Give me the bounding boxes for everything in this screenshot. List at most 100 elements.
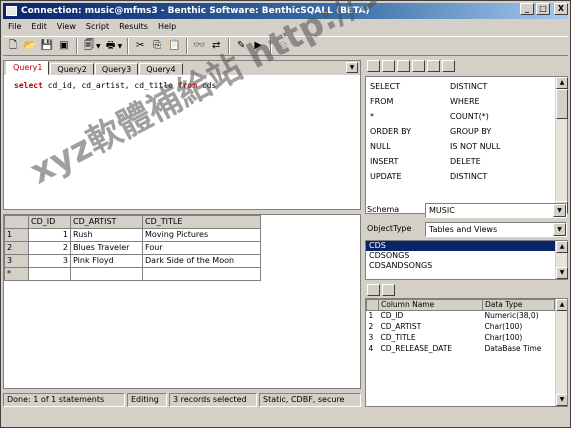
table-row[interactable]: 1 1 Rush Moving Pictures (4, 228, 261, 242)
commit-icon[interactable]: ✓ (292, 38, 308, 54)
panel-button-icon[interactable] (442, 60, 455, 72)
cut-icon[interactable]: ✂ (132, 38, 148, 54)
sql-text-area[interactable]: select cd_id, cd_artist, cd_title from c… (14, 81, 216, 90)
save-icon[interactable]: 💾 (39, 38, 55, 54)
keyword-item[interactable]: GROUP BY (450, 126, 540, 138)
object-list-scrollbar[interactable]: ▲ ▼ (555, 241, 568, 279)
cell-cd-artist[interactable]: Blues Traveler (70, 241, 143, 255)
scroll-up-icon[interactable]: ▲ (556, 77, 568, 89)
menu-help[interactable]: Help (153, 20, 181, 34)
new-row-marker[interactable]: * (4, 267, 29, 281)
list-item[interactable]: 3 CD_TITLE Char(100) (367, 333, 555, 344)
list-item[interactable]: 2 CD_ARTIST Char(100) (367, 322, 555, 333)
scroll-down-icon[interactable]: ▼ (556, 394, 567, 406)
table-row[interactable]: 2 2 Blues Traveler Four (4, 241, 261, 255)
keyword-item[interactable]: DELETE (450, 156, 540, 168)
keyword-item[interactable]: DISTINCT (450, 171, 540, 183)
cell-cd-artist[interactable]: Pink Floyd (70, 254, 143, 268)
maximize-button[interactable]: □ (536, 3, 550, 15)
column-list-scrollbar[interactable]: ▲ ▼ (555, 299, 567, 406)
new-file-icon[interactable]: 🗋 (5, 38, 21, 54)
panel-button-icon[interactable] (367, 284, 380, 296)
new-row[interactable]: * (4, 267, 261, 281)
chevron-down-icon[interactable]: ▼ (118, 43, 123, 50)
object-type-select[interactable]: Tables and Views ▼ (425, 222, 567, 237)
cell-cd-id[interactable]: 1 (28, 228, 71, 242)
keyword-item[interactable]: * (370, 111, 450, 123)
keyword-item[interactable]: DISTINCT (450, 81, 540, 93)
chevron-down-icon[interactable]: ▼ (96, 43, 101, 50)
list-item[interactable]: CDSANDSONGS (366, 261, 567, 271)
close-button[interactable]: X (554, 3, 568, 15)
keyword-item[interactable]: SELECT (370, 81, 450, 93)
save-all-icon[interactable]: ▣ (56, 38, 72, 54)
list-item[interactable]: CDS (366, 241, 556, 251)
cell-empty[interactable] (142, 267, 261, 281)
menu-view[interactable]: View (52, 20, 81, 34)
panel-button-icon[interactable] (382, 60, 395, 72)
keyword-item[interactable]: INSERT (370, 156, 450, 168)
print-preview-icon[interactable]: 🗐 (81, 38, 97, 54)
column-name[interactable]: CD_TITLE (379, 333, 483, 344)
panel-button-icon[interactable] (367, 60, 380, 72)
cell-empty[interactable] (70, 267, 143, 281)
keyword-item[interactable]: UPDATE (370, 171, 450, 183)
binoculars-icon[interactable]: 👓 (191, 38, 207, 54)
chevron-down-icon[interactable]: ▼ (346, 62, 358, 73)
list-item[interactable]: CDSONGS (366, 251, 567, 261)
keyword-item[interactable]: NULL (370, 141, 450, 153)
list-item[interactable]: 1 CD_ID Numeric(38,0) (367, 311, 555, 322)
run-icon[interactable]: ▶ (250, 38, 266, 54)
cell-cd-artist[interactable]: Rush (70, 228, 143, 242)
chevron-down-icon[interactable]: ▼ (553, 223, 566, 236)
keyword-item[interactable]: FROM (370, 96, 450, 108)
cell-cd-title[interactable]: Four (142, 241, 261, 255)
chevron-down-icon[interactable]: ▼ (553, 204, 566, 217)
column-list-header-name[interactable]: Column Name (378, 299, 483, 311)
paste-icon[interactable]: 📋 (166, 38, 182, 54)
print-icon[interactable]: 🖶 (103, 38, 119, 54)
cell-cd-title[interactable]: Moving Pictures (142, 228, 261, 242)
stop-icon[interactable]: ⊘ (275, 38, 291, 54)
cell-empty[interactable] (28, 267, 71, 281)
scroll-thumb[interactable] (556, 89, 568, 119)
keyword-item[interactable]: ORDER BY (370, 126, 450, 138)
menu-script[interactable]: Script (81, 20, 114, 34)
open-folder-icon[interactable]: 📂 (22, 38, 38, 54)
column-header-cd-artist[interactable]: CD_ARTIST (70, 215, 143, 229)
column-header-cd-id[interactable]: CD_ID (28, 215, 71, 229)
schema-select[interactable]: MUSIC ▼ (425, 203, 567, 218)
column-name[interactable]: CD_ID (379, 311, 483, 322)
column-header-cd-title[interactable]: CD_TITLE (142, 215, 261, 229)
column-name[interactable]: CD_RELEASE_DATE (379, 344, 483, 355)
list-item[interactable]: 4 CD_RELEASE_DATE DataBase Time (367, 344, 555, 355)
pencil-icon[interactable]: ✎ (233, 38, 249, 54)
keyword-item[interactable]: IS NOT NULL (450, 141, 540, 153)
keyword-item[interactable]: COUNT(*) (450, 111, 540, 123)
menu-results[interactable]: Results (114, 20, 153, 34)
column-name[interactable]: CD_ARTIST (379, 322, 483, 333)
tab-query1[interactable]: Query1 (6, 61, 50, 75)
tab-query4[interactable]: Query4 (139, 63, 183, 75)
tab-query3[interactable]: Query3 (94, 63, 139, 75)
tab-query2[interactable]: Query2 (50, 63, 94, 75)
panel-button-icon[interactable] (382, 284, 395, 296)
scroll-up-icon[interactable]: ▲ (556, 299, 567, 311)
scroll-up-icon[interactable]: ▲ (556, 241, 568, 253)
menu-file[interactable]: File (3, 20, 26, 34)
keyword-scrollbar[interactable]: ▲ ▼ (555, 77, 568, 213)
panel-button-icon[interactable] (427, 60, 440, 72)
replace-icon[interactable]: ⇄ (208, 38, 224, 54)
row-number[interactable]: 3 (4, 254, 29, 268)
minimize-button[interactable]: _ (520, 3, 534, 15)
cell-cd-title[interactable]: Dark Side of the Moon (142, 254, 261, 268)
menu-edit[interactable]: Edit (26, 20, 52, 34)
panel-button-icon[interactable] (397, 60, 410, 72)
cell-cd-id[interactable]: 3 (28, 254, 71, 268)
cell-cd-id[interactable]: 2 (28, 241, 71, 255)
column-list-header-type[interactable]: Data Type (482, 299, 555, 311)
table-row[interactable]: 3 3 Pink Floyd Dark Side of the Moon (4, 254, 261, 268)
keyword-item[interactable]: WHERE (450, 96, 540, 108)
scroll-down-icon[interactable]: ▼ (556, 267, 568, 279)
copy-icon[interactable]: ⎘ (149, 38, 165, 54)
